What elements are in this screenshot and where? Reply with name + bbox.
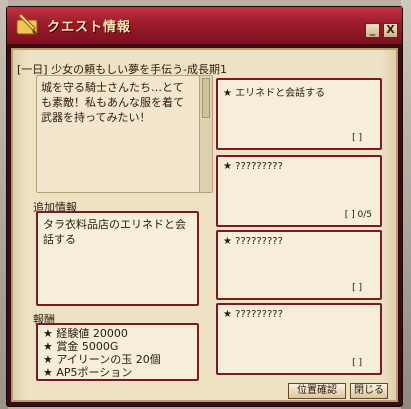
quest-description: 城を守る騎士さんたち…とても素敵！私もあんな服を着て武器を持ってみたい！ <box>41 81 184 124</box>
objective-text: ★ ????????? <box>223 309 283 320</box>
description-scroll-thumb[interactable] <box>202 78 210 118</box>
objective-box[interactable]: ★ エリネドと会話する [ ] <box>216 78 382 150</box>
additional-info-text: タラ衣料品店のエリネドと会話する <box>43 218 186 246</box>
reward-item: ★ アイリーンの玉 20個 <box>43 353 161 366</box>
objective-box[interactable]: ★ ????????? [ ] 0/5 <box>216 155 382 227</box>
rewards-box: ★ 経験値 20000 ★ 賞金 5000G ★ アイリーンの玉 20個 ★ A… <box>36 323 199 381</box>
reward-item: ★ 賞金 5000G <box>43 340 119 353</box>
quest-description-box: 城を守る騎士さんたち…とても素敵！私もあんな服を着て武器を持ってみたい！ <box>36 75 213 193</box>
minimize-button[interactable]: _ <box>365 23 380 38</box>
close-window-button[interactable]: 閉じる <box>350 383 388 399</box>
description-scrollbar[interactable] <box>199 76 212 192</box>
objective-count: [ ] <box>352 283 362 293</box>
objective-count: [ ] <box>352 133 362 143</box>
objective-count: [ ] <box>352 358 362 368</box>
close-button[interactable]: X <box>383 23 398 38</box>
objective-text: ★ ????????? <box>223 161 283 172</box>
window-title: クエスト情報 <box>47 20 132 35</box>
quest-panel: [一日] 少女の頼もしい夢を手伝う-成長期1 城を守る騎士さんたち…とても素敵！… <box>11 48 398 402</box>
objective-text: ★ エリネドと会話する <box>223 88 326 99</box>
objective-text: ★ ????????? <box>223 236 283 247</box>
objective-count: [ ] 0/5 <box>344 210 372 220</box>
scroll-feather-icon <box>16 13 38 36</box>
reward-item: ★ AP5ポーション <box>43 366 133 379</box>
rewards-list: ★ 経験値 20000 ★ 賞金 5000G ★ アイリーンの玉 20個 ★ A… <box>43 327 161 379</box>
objective-box[interactable]: ★ ????????? [ ] <box>216 303 382 375</box>
reward-item: ★ 経験値 20000 <box>43 327 128 340</box>
title-bar[interactable]: クエスト情報 _ X <box>7 7 402 45</box>
additional-info-box: タラ衣料品店のエリネドと会話する <box>36 211 199 306</box>
objective-box[interactable]: ★ ????????? [ ] <box>216 230 382 300</box>
quest-info-window: クエスト情報 _ X [一日] 少女の頼もしい夢を手伝う-成長期1 城を守る騎士… <box>6 6 403 407</box>
position-check-button[interactable]: 位置確認 <box>288 383 346 399</box>
